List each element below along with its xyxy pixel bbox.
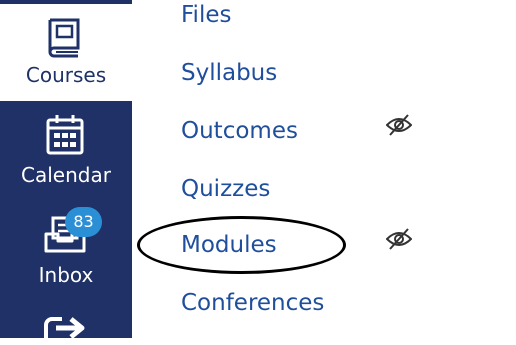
nav-label-inbox: Inbox [38,263,94,287]
courses-book-icon [46,18,84,62]
global-nav: Courses Calendar 83 Inbox [0,0,132,341]
course-nav: Files Syllabus Outcomes Quizzes Modules … [132,0,516,338]
course-nav-link-conferences[interactable]: Conferences [181,288,324,318]
nav-label-calendar: Calendar [21,163,111,187]
modules-highlight-circle [137,216,346,274]
course-nav-link-quizzes[interactable]: Quizzes [181,174,270,204]
nav-item-courses[interactable]: Courses [0,4,132,101]
nav-item-logout[interactable] [0,301,132,341]
eye-slash-icon [385,227,413,255]
nav-item-inbox[interactable]: 83 Inbox [0,201,132,301]
inbox-unread-badge: 83 [65,207,102,237]
logout-arrow-icon [44,315,88,345]
course-nav-link-files[interactable]: Files [181,0,231,30]
course-nav-link-outcomes[interactable]: Outcomes [181,116,298,146]
eye-slash-icon [385,113,413,141]
course-nav-link-syllabus[interactable]: Syllabus [181,58,277,88]
nav-item-calendar[interactable]: Calendar [0,101,132,201]
calendar-icon [45,114,85,160]
nav-label-courses: Courses [25,63,107,87]
